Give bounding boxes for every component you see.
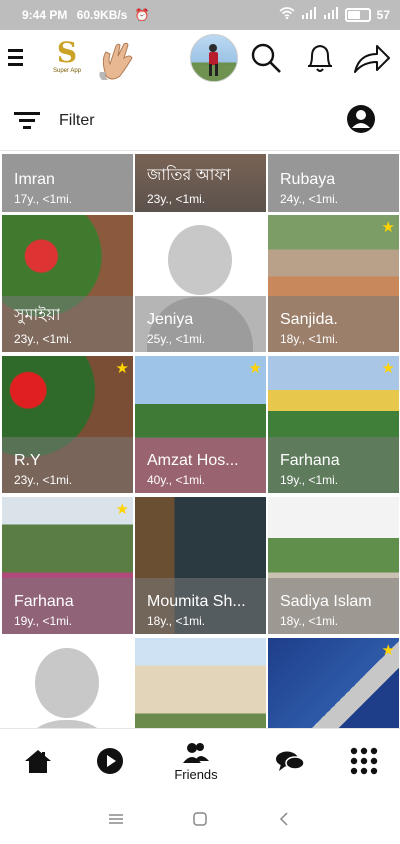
top-bar: S Super App xyxy=(0,30,400,88)
profile-name: Imran xyxy=(14,171,55,188)
menu-icon[interactable] xyxy=(8,49,23,66)
nav-play[interactable] xyxy=(92,729,128,793)
chat-icon xyxy=(276,751,305,771)
profile-meta: 19y., <1mi. xyxy=(280,473,339,487)
profile-name: জাতির আফা xyxy=(147,167,231,184)
profile-name: সুমাইয়া xyxy=(14,307,61,324)
battery-icon xyxy=(344,7,371,22)
profile-name: Rubaya xyxy=(280,171,336,188)
profile-meta: 23y., <1mi. xyxy=(147,192,206,206)
profile-name: Farhana xyxy=(280,452,340,469)
star-icon: ★ xyxy=(381,642,395,659)
profile-tile[interactable]: ★ Amzat Hos... 40y., <1mi. xyxy=(135,356,266,493)
star-icon: ★ xyxy=(248,360,262,377)
profile-meta: 18y., <1mi. xyxy=(280,332,339,346)
star-icon: ★ xyxy=(115,501,129,518)
profile-tile[interactable]: ★ Farhana 19y., <1mi. xyxy=(2,497,133,634)
apps-icon xyxy=(350,747,378,775)
profile-name: Amzat Hos... xyxy=(147,452,239,469)
friends-icon xyxy=(183,742,209,763)
search-icon[interactable] xyxy=(246,38,286,78)
profile-tile[interactable]: Imran 17y., <1mi. xyxy=(2,154,133,212)
profile-tile[interactable] xyxy=(2,638,133,728)
network-speed: 60.9KB/s xyxy=(76,8,128,22)
star-icon: ★ xyxy=(115,360,129,377)
signal-icon-2 xyxy=(323,7,339,22)
profile-tile[interactable]: ★ Sanjida. 18y., <1mi. xyxy=(268,215,399,352)
profile-name: Moumita Sh... xyxy=(147,593,246,610)
placeholder-avatar-icon xyxy=(168,225,232,295)
profile-meta: 23y., <1mi. xyxy=(14,332,73,346)
profile-tile[interactable]: Moumita Sh... 18y., <1mi. xyxy=(135,497,266,634)
profile-tile[interactable]: ★ Farhana 19y., <1mi. xyxy=(268,356,399,493)
placeholder-avatar-icon xyxy=(35,648,99,718)
play-icon xyxy=(97,748,123,774)
profile-tile[interactable]: সুমাইয়া 23y., <1mi. xyxy=(2,215,133,352)
app-logo[interactable]: S Super App xyxy=(50,38,84,78)
divider xyxy=(0,150,400,151)
profile-meta: 18y., <1mi. xyxy=(280,614,339,628)
status-left: 9:44 PM 60.9KB/s ⏰ xyxy=(22,8,150,22)
profile-meta: 40y., <1mi. xyxy=(147,473,206,487)
filter-label[interactable]: Filter xyxy=(59,112,95,130)
profile-meta: 19y., <1mi. xyxy=(14,614,73,628)
home-system-icon[interactable] xyxy=(192,811,208,832)
logo-letter: S xyxy=(56,36,78,69)
profile-meta: 24y., <1mi. xyxy=(280,192,339,206)
profile-tile[interactable]: ★ R.Y 23y., <1mi. xyxy=(2,356,133,493)
profile-name: Sadiya Islam xyxy=(280,593,372,610)
bottom-nav: Friends xyxy=(0,728,400,793)
filter-icon[interactable] xyxy=(14,112,40,130)
placeholder-avatar-body xyxy=(14,720,120,728)
profile-meta: 25y., <1mi. xyxy=(147,332,206,346)
profile-name: Jeniya xyxy=(147,311,194,328)
home-icon xyxy=(25,750,51,773)
filter-bar: Filter xyxy=(0,90,400,150)
profile-tile[interactable]: জাতির আফা 23y., <1mi. xyxy=(135,154,266,212)
system-nav-bar xyxy=(0,792,400,844)
share-icon[interactable] xyxy=(352,38,392,78)
profile-meta: 18y., <1mi. xyxy=(147,614,206,628)
signal-icon xyxy=(301,7,317,22)
nav-friends[interactable]: Friends xyxy=(166,729,226,793)
nav-chat[interactable] xyxy=(272,729,308,793)
status-time: 9:44 PM xyxy=(22,8,68,22)
bell-icon[interactable] xyxy=(300,38,340,78)
wave-hand-icon[interactable] xyxy=(96,38,134,82)
profile-tile[interactable]: Sadiya Islam 18y., <1mi. xyxy=(268,497,399,634)
star-icon: ★ xyxy=(381,360,395,377)
nav-apps[interactable] xyxy=(346,729,382,793)
logo-text: Super App xyxy=(52,68,82,74)
profile-tile[interactable]: ★ xyxy=(268,638,399,728)
status-bar: 9:44 PM 60.9KB/s ⏰ 57 xyxy=(0,0,400,30)
back-icon[interactable] xyxy=(278,811,290,832)
profile-grid[interactable]: Imran 17y., <1mi. জাতির আফা 23y., <1mi. … xyxy=(0,154,400,728)
user-icon[interactable] xyxy=(346,104,376,134)
profile-tile[interactable]: Rubaya 24y., <1mi. xyxy=(268,154,399,212)
profile-name: Farhana xyxy=(14,593,74,610)
status-right: 57 xyxy=(279,7,390,22)
profile-avatar[interactable] xyxy=(190,34,238,82)
profile-tile[interactable] xyxy=(135,638,266,728)
nav-home[interactable] xyxy=(18,729,58,793)
alarm-icon: ⏰ xyxy=(134,8,150,22)
profile-meta: 23y., <1mi. xyxy=(14,473,73,487)
profile-name: Sanjida. xyxy=(280,311,338,328)
profile-tile[interactable]: Jeniya 25y., <1mi. xyxy=(135,215,266,352)
profile-meta: 17y., <1mi. xyxy=(14,192,73,206)
recent-apps-icon[interactable] xyxy=(108,812,124,830)
wifi-icon xyxy=(279,7,295,22)
star-icon: ★ xyxy=(381,219,395,236)
friends-label: Friends xyxy=(174,766,218,782)
battery-percent: 57 xyxy=(376,7,390,22)
profile-name: R.Y xyxy=(14,452,41,469)
